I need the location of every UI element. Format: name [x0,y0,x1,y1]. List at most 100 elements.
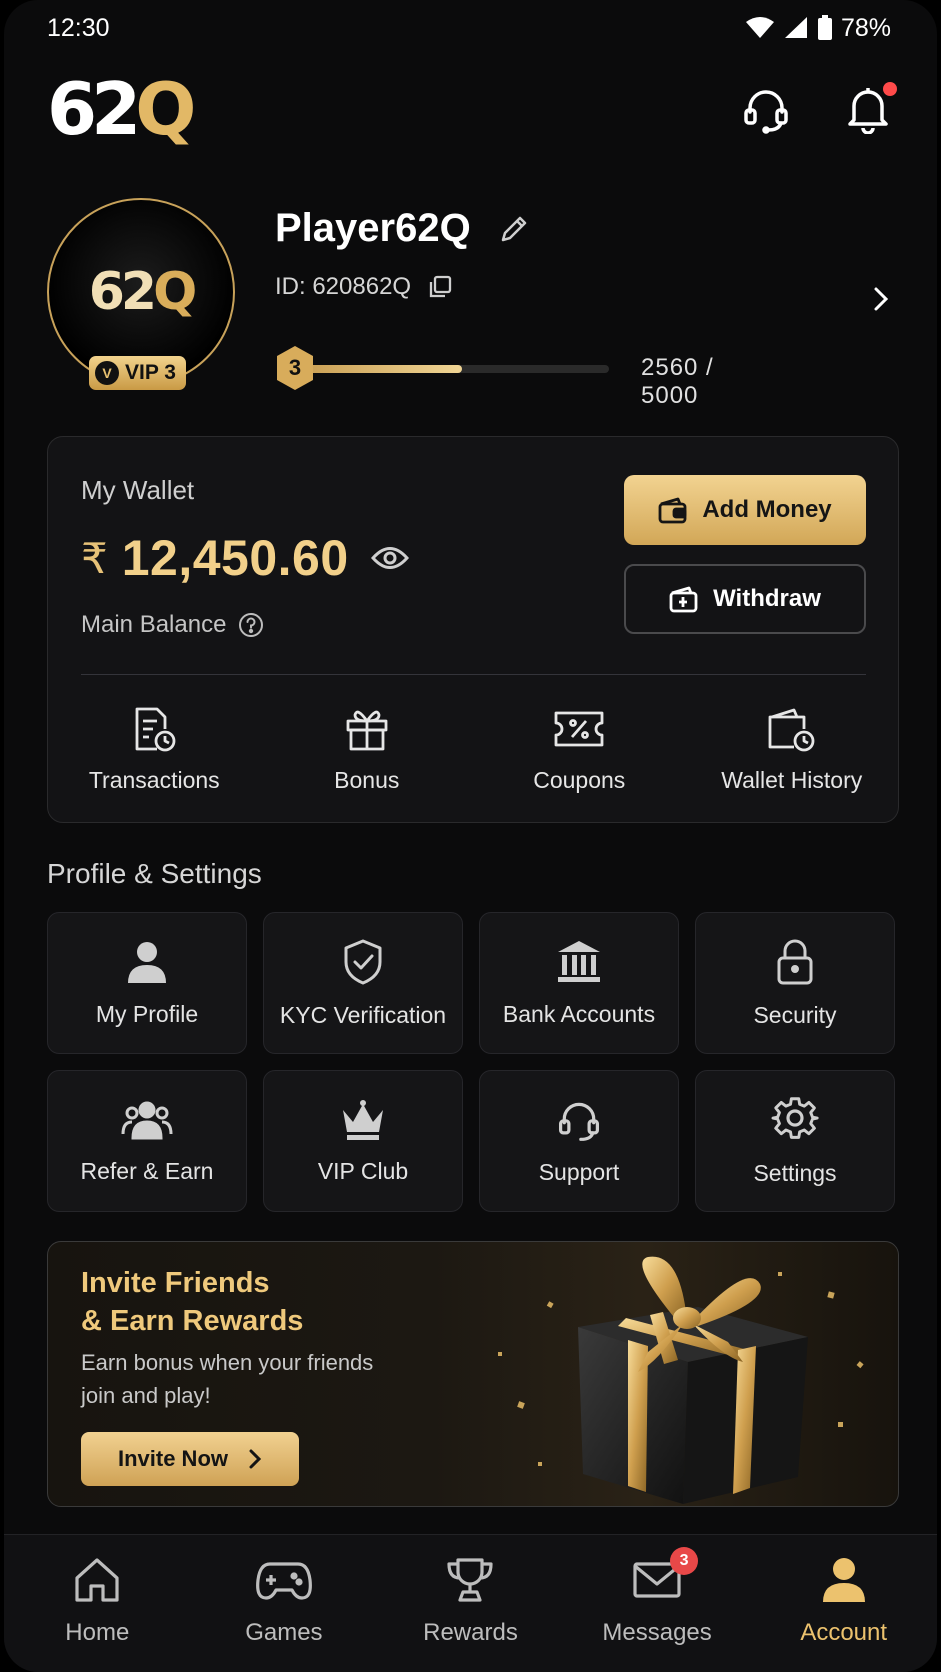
nav-label: Rewards [423,1619,518,1646]
wallet-icon [658,496,688,524]
tile-kyc-verification[interactable]: KYC Verification [263,912,463,1054]
notification-dot [883,82,897,96]
logo-letter: Q [135,67,196,151]
signal-icon [783,16,809,40]
avatar-logo-letter: Q [153,262,197,322]
tile-vip-club[interactable]: VIP Club [263,1070,463,1212]
profile-header[interactable]: 62Q V VIP 3 Player62Q ID: 620862Q 3 2560… [47,198,891,409]
transactions-label: Transactions [88,767,220,793]
tile-label: Refer & Earn [80,1157,214,1184]
nav-label: Games [245,1619,323,1646]
gift-icon [343,705,391,753]
wallet-history-label: Wallet History [721,767,863,793]
tile-bank-accounts[interactable]: Bank Accounts [479,912,679,1054]
tile-my-profile[interactable]: My Profile [47,912,247,1054]
shield-check-icon [341,938,385,986]
wallet-balance-row: ₹ 12,450.60 [81,529,409,587]
mail-icon: 3 [632,1547,699,1607]
top-actions [741,82,897,134]
avatar[interactable]: 62Q V VIP 3 [47,198,235,390]
gamepad-icon [255,1553,312,1607]
wallet-card: My Wallet ₹ 12,450.60 Main Balance Add M… [47,436,899,823]
withdraw-button[interactable]: Withdraw [624,564,866,634]
section-title: Profile & Settings [47,858,262,889]
gift-box-illustration [498,1256,864,1504]
tile-label: Settings [753,1159,837,1186]
vip-badge: V VIP 3 [89,356,186,390]
username-row: Player62Q [275,206,529,251]
nav-home[interactable]: Home [4,1553,191,1672]
invite-now-button[interactable]: Invite Now [81,1432,299,1486]
battery-percent: 78% [840,13,891,42]
tile-label: Security [753,1001,837,1028]
xp-progress-track [307,365,609,373]
coupons-action[interactable]: Coupons [473,705,686,794]
receipt-clock-icon [129,705,179,753]
bonus-action[interactable]: Bonus [261,705,474,794]
balance-label-row: Main Balance [81,611,264,639]
wallet-history-icon [766,705,818,753]
account-user-icon [821,1553,867,1607]
xp-progress-fill [307,365,462,373]
tile-label: KYC Verification [279,1001,447,1028]
bonus-label: Bonus [334,767,400,793]
level-progress: 3 2560 / 5000 [275,344,775,409]
nav-label: Messages [602,1619,712,1646]
wallet-actions: Transactions Bonus Coupons Wallet Histor… [48,705,898,794]
settings-grid: My Profile KYC Verification Bank Account… [47,912,899,1212]
currency-symbol: ₹ [81,534,108,582]
user-id: ID: 620862Q [275,273,412,300]
tile-label: Support [538,1158,620,1185]
transactions-action[interactable]: Transactions [48,705,261,794]
wifi-icon [745,16,775,40]
promo-subtitle-line1: Earn bonus when your friends [81,1350,374,1375]
messages-badge: 3 [670,1547,699,1575]
wallet-balance: 12,450.60 [121,530,349,586]
status-bar: 12:30 78% [47,10,891,46]
add-money-button[interactable]: Add Money [624,475,866,545]
chevron-right-icon[interactable] [871,284,891,314]
withdraw-label: Withdraw [713,585,821,612]
promo-subtitle-line2: join and play! [81,1383,211,1408]
wallet-history-action[interactable]: Wallet History [686,705,899,794]
chevron-right-icon [248,1448,262,1470]
bank-icon [555,939,603,985]
tile-support[interactable]: Support [479,1070,679,1212]
tile-label: Bank Accounts [502,1000,656,1027]
tile-security[interactable]: Security [695,912,895,1054]
tile-label: VIP Club [317,1157,409,1184]
users-group-icon [121,1098,173,1142]
tile-settings[interactable]: Settings [695,1070,895,1212]
trophy-icon [445,1553,495,1607]
top-bar: 62Q [47,73,897,145]
wallet-divider [81,674,866,675]
headset-icon[interactable] [741,84,791,134]
brand-logo[interactable]: 62Q [47,73,196,145]
avatar-logo-digits: 62 [88,262,157,322]
status-icons: 78% [745,14,891,43]
coupons-label: Coupons [533,767,626,793]
edit-pencil-icon[interactable] [499,214,529,244]
promo-title-line1: Invite Friends [81,1267,270,1299]
promo-subtitle: Earn bonus when your friends join and pl… [81,1346,373,1412]
bottom-navigation: Home Games Rewards 3 Messages Account [4,1534,937,1672]
nav-rewards[interactable]: Rewards [377,1553,564,1672]
nav-label: Account [800,1619,888,1646]
notification-bell-icon[interactable] [845,82,897,134]
vip-badge-label: VIP 3 [125,361,176,384]
battery-icon [817,15,833,41]
lock-icon [775,938,815,986]
nav-messages[interactable]: 3 Messages [564,1547,751,1672]
user-id-row: ID: 620862Q [275,273,453,301]
tile-refer-earn[interactable]: Refer & Earn [47,1070,247,1212]
invite-now-label: Invite Now [117,1446,228,1471]
nav-account[interactable]: Account [750,1553,937,1672]
copy-icon[interactable] [427,274,453,300]
wallet-title: My Wallet [81,475,195,505]
nav-games[interactable]: Games [191,1553,378,1672]
help-icon[interactable] [238,612,264,638]
eye-icon[interactable] [370,545,409,571]
promo-title-line2: & Earn Rewards [81,1305,304,1337]
balance-label: Main Balance [81,611,227,638]
invite-promo-banner: Invite Friends & Earn Rewards Earn bonus… [47,1241,899,1507]
